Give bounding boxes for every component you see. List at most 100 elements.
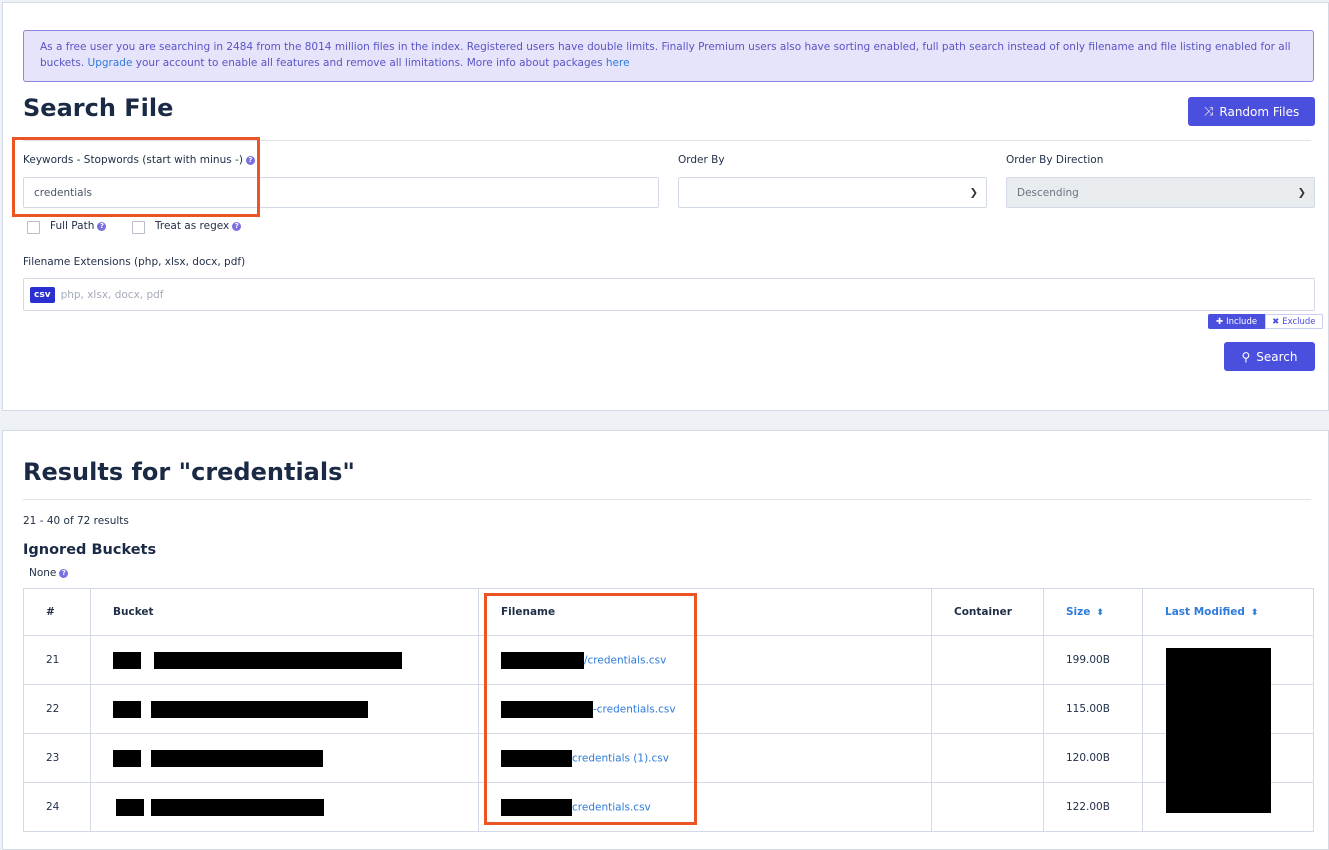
table-row: 21 /credentials.csv 199.00B [23, 635, 1314, 685]
col-filename: Filename [478, 588, 932, 636]
redacted-block [501, 798, 572, 816]
order-direction-label: Order By Direction [1006, 154, 1104, 166]
sort-icon: ⬍ [1096, 608, 1104, 618]
size-cell: 122.00B [1043, 782, 1143, 832]
ignored-buckets-value: None? [29, 567, 69, 579]
col-last-modified-sort[interactable]: Last Modified ⬍ [1142, 588, 1314, 636]
extension-tag[interactable]: csv [30, 286, 55, 303]
filename-link[interactable]: -credentials.csv [593, 703, 676, 715]
redacted-last-modified [1166, 648, 1271, 813]
plus-icon: ✚ [1216, 316, 1224, 327]
random-files-label: Random Files [1219, 104, 1300, 119]
filename-cell: credentials.csv [478, 782, 932, 832]
results-title: Results for "credentials" [23, 458, 355, 486]
help-icon[interactable]: ? [232, 221, 242, 231]
order-direction-value: Descending [1017, 186, 1079, 199]
bucket-cell [90, 782, 479, 832]
help-icon[interactable]: ? [59, 568, 69, 578]
table-header-row: # Bucket Filename Container Size ⬍ Last M… [23, 588, 1314, 636]
keywords-input[interactable]: credentials [23, 177, 659, 208]
extensions-placeholder: php, xlsx, docx, pdf [60, 288, 164, 301]
table-row: 24 credentials.csv 122.00B [23, 782, 1314, 832]
regex-label: Treat as regex? [155, 220, 242, 232]
redacted-block [113, 700, 141, 718]
ignored-buckets-title: Ignored Buckets [23, 542, 157, 558]
size-cell: 120.00B [1043, 733, 1143, 783]
bucket-cell [90, 635, 479, 685]
table-row: 22 -credentials.csv 115.00B [23, 684, 1314, 734]
keywords-label-text: Keywords - Stopwords (start with minus -… [23, 154, 243, 166]
exclude-label: Exclude [1282, 316, 1316, 327]
order-direction-select[interactable]: Descending ❯ [1006, 177, 1315, 208]
col-container: Container [931, 588, 1044, 636]
row-number: 21 [23, 635, 91, 685]
chevron-down-icon: ❯ [969, 187, 978, 198]
upgrade-link[interactable]: Upgrade [88, 57, 133, 69]
redacted-block [501, 651, 584, 669]
free-user-notice: As a free user you are searching in 2484… [23, 30, 1314, 82]
row-number: 23 [23, 733, 91, 783]
container-cell [931, 635, 1044, 685]
notice-text-2: your account to enable all features and … [132, 57, 606, 69]
help-icon[interactable]: ? [97, 221, 107, 231]
col-size-label: Size [1066, 606, 1091, 618]
size-cell: 199.00B [1043, 635, 1143, 685]
sort-icon: ⬍ [1250, 608, 1259, 618]
col-last-modified-label: Last Modified [1165, 606, 1245, 618]
filename-link[interactable]: credentials (1).csv [572, 752, 669, 764]
redacted-bucket-link[interactable] [151, 798, 324, 816]
keywords-label: Keywords - Stopwords (start with minus -… [23, 154, 255, 166]
extensions-input[interactable]: csv php, xlsx, docx, pdf [23, 278, 1315, 311]
regex-label-text: Treat as regex [155, 220, 230, 232]
divider [23, 499, 1311, 500]
redacted-block [116, 798, 144, 816]
container-cell [931, 782, 1044, 832]
extensions-label: Filename Extensions (php, xlsx, docx, pd… [23, 256, 246, 268]
help-icon[interactable]: ? [245, 155, 255, 165]
redacted-bucket-link[interactable] [151, 700, 368, 718]
exclude-button[interactable]: ✖ Exclude [1265, 314, 1323, 329]
include-exclude-toggle: ✚ Include ✖ Exclude [1208, 314, 1323, 329]
col-size-sort[interactable]: Size ⬍ [1043, 588, 1143, 636]
chevron-down-icon: ❯ [1297, 187, 1306, 198]
bucket-cell [90, 733, 479, 783]
redacted-block [501, 749, 572, 767]
regex-checkbox[interactable] [132, 221, 145, 234]
col-bucket: Bucket [90, 588, 479, 636]
filename-cell: -credentials.csv [478, 684, 932, 734]
page-title: Search File [23, 94, 174, 122]
filename-link[interactable]: /credentials.csv [584, 654, 666, 666]
container-cell [931, 733, 1044, 783]
redacted-block [113, 749, 141, 767]
filename-cell: /credentials.csv [478, 635, 932, 685]
container-cell [931, 684, 1044, 734]
search-icon: ⚲ [1241, 349, 1251, 364]
size-cell: 115.00B [1043, 684, 1143, 734]
order-by-select[interactable]: ❯ [678, 177, 987, 208]
search-button[interactable]: ⚲ Search [1224, 342, 1315, 371]
redacted-block [501, 700, 593, 718]
redacted-block [113, 651, 141, 669]
redacted-bucket-link[interactable] [151, 749, 323, 767]
row-number: 22 [23, 684, 91, 734]
results-table: # Bucket Filename Container Size ⬍ Last M… [23, 588, 1314, 832]
redacted-bucket-link[interactable] [154, 651, 402, 669]
col-number: # [23, 588, 91, 636]
shuffle-icon: ⤨ [1203, 104, 1214, 118]
results-card: Results for "credentials" 21 - 40 of 72 … [2, 430, 1329, 850]
order-by-label: Order By [678, 154, 725, 166]
full-path-label-text: Full Path [50, 220, 95, 232]
results-count: 21 - 40 of 72 results [23, 515, 129, 527]
include-label: Include [1226, 316, 1258, 327]
include-button[interactable]: ✚ Include [1208, 314, 1266, 329]
table-row: 23 credentials (1).csv 120.00B [23, 733, 1314, 783]
filename-cell: credentials (1).csv [478, 733, 932, 783]
full-path-checkbox[interactable] [27, 221, 40, 234]
random-files-button[interactable]: ⤨ Random Files [1188, 97, 1315, 126]
full-path-label: Full Path? [50, 220, 107, 232]
search-card: As a free user you are searching in 2484… [2, 2, 1329, 411]
packages-here-link[interactable]: here [606, 57, 630, 69]
x-icon: ✖ [1272, 316, 1280, 327]
ignored-buckets-none: None [29, 567, 57, 579]
filename-link[interactable]: credentials.csv [572, 801, 651, 813]
